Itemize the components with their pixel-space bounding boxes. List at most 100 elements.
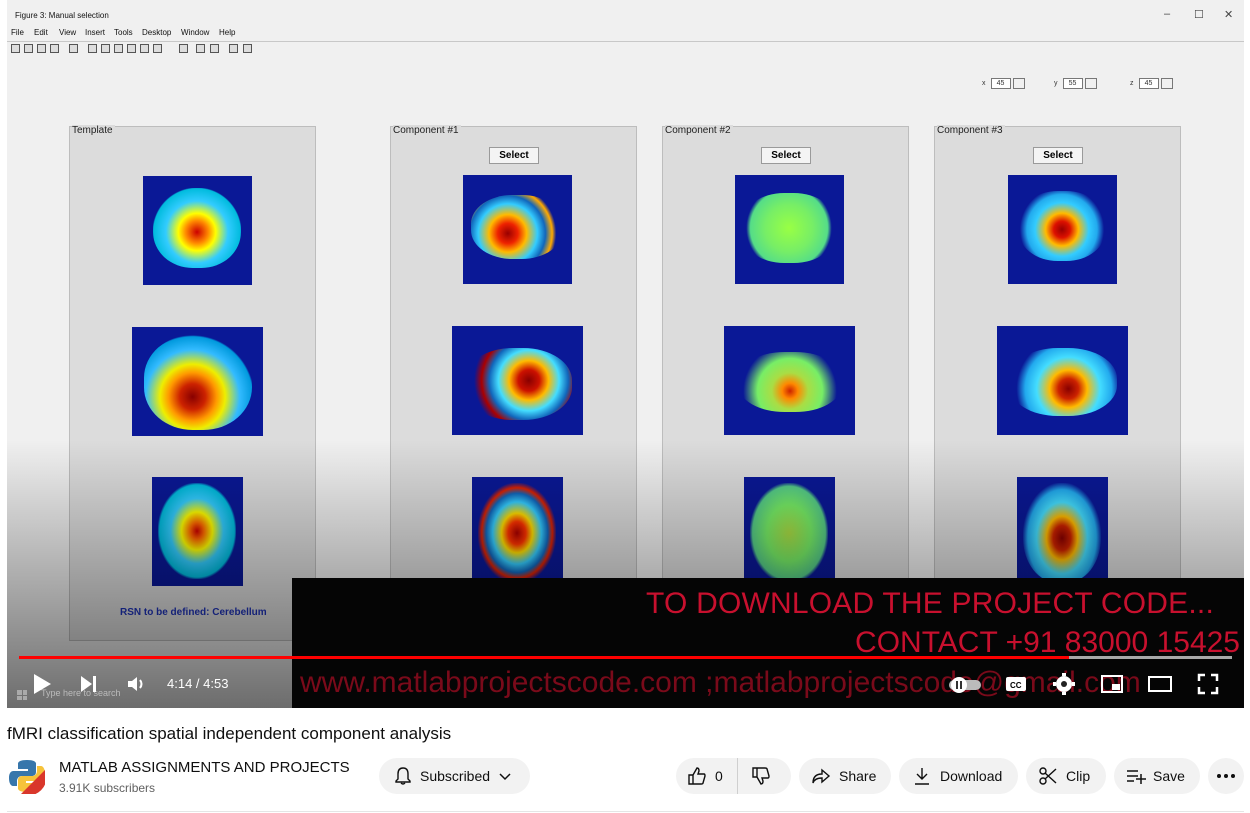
show-tools-icon <box>243 44 252 53</box>
close-icon: ✕ <box>1224 9 1234 21</box>
channel-name[interactable]: MATLAB ASSIGNMENTS AND PROJECTS <box>59 759 350 776</box>
brush-icon <box>153 44 162 53</box>
time-display: 4:14 / 4:53 <box>167 676 229 691</box>
menu-edit: Edit <box>34 28 48 37</box>
share-label: Share <box>839 768 877 784</box>
fullscreen-button[interactable] <box>1196 672 1220 696</box>
subscriber-count: 3.91K subscribers <box>59 781 156 795</box>
menu-insert: Insert <box>85 28 106 37</box>
matlab-toolbar <box>7 41 1244 55</box>
minimize-icon: – <box>1164 8 1171 20</box>
save-icon <box>37 44 46 53</box>
subscribed-button[interactable]: Subscribed <box>379 758 530 794</box>
thumbs-up-icon <box>688 767 706 785</box>
thumbs-down-icon <box>752 767 770 785</box>
matlab-window-title: Figure 3: Manual selection <box>15 11 109 20</box>
coord-x: x 45 <box>982 78 1025 89</box>
autoplay-toggle[interactable] <box>947 672 983 696</box>
select-component-1-button[interactable]: Select <box>489 147 539 164</box>
seek-progress <box>19 656 1070 659</box>
panel-component-1-title: Component #1 <box>393 125 461 136</box>
datacursor-icon <box>140 44 149 53</box>
like-button[interactable]: 0 <box>676 758 738 794</box>
zoom-in-icon <box>88 44 97 53</box>
channel-avatar[interactable] <box>7 756 47 796</box>
coord-y-spinner <box>1084 78 1097 89</box>
promo-line-2: CONTACT +91 83000 15425 <box>855 626 1240 659</box>
component-3-sagittal-slice <box>997 326 1128 435</box>
more-actions-button[interactable] <box>1208 758 1244 794</box>
menu-desktop: Desktop <box>142 28 172 37</box>
pan-icon <box>114 44 123 53</box>
section-divider <box>7 811 1244 812</box>
panel-template: Template RSN to be defined: Cerebellum <box>69 125 316 641</box>
play-icon <box>34 674 51 694</box>
scissors-icon <box>1039 767 1057 785</box>
menu-tools: Tools <box>114 28 133 37</box>
coord-z-spinner <box>1160 78 1173 89</box>
coord-y-label: y <box>1054 80 1058 87</box>
panel-template-title: Template <box>72 125 115 136</box>
new-figure-icon <box>11 44 20 53</box>
component-1-sagittal-slice <box>452 326 583 435</box>
seek-bar[interactable] <box>19 656 1232 659</box>
rsn-label: RSN to be defined: Cerebellum <box>120 607 267 618</box>
save-label: Save <box>1153 768 1185 784</box>
menu-help: Help <box>219 28 236 37</box>
panel-component-1: Component #1 Select <box>390 125 637 597</box>
chevron-down-icon <box>499 773 511 781</box>
next-button[interactable] <box>78 672 100 696</box>
download-button[interactable]: Download <box>899 758 1018 794</box>
panel-component-2: Component #2 Select <box>662 125 909 597</box>
captions-icon: CC <box>1006 677 1026 691</box>
menu-window: Window <box>181 28 210 37</box>
settings-button[interactable] <box>1052 672 1076 696</box>
matlab-menubar: File Edit View Insert Tools Desktop Wind… <box>7 26 1244 39</box>
matlab-titlebar: Figure 3: Manual selection – ☐ ✕ <box>7 8 1244 22</box>
volume-button[interactable] <box>125 672 149 696</box>
hide-tools-icon <box>229 44 238 53</box>
video-player[interactable]: Figure 3: Manual selection – ☐ ✕ File Ed… <box>7 0 1244 708</box>
colorbar-icon <box>196 44 205 53</box>
template-coronal-slice <box>143 176 252 285</box>
select-component-3-button[interactable]: Select <box>1033 147 1083 164</box>
download-icon <box>915 768 929 785</box>
play-button[interactable] <box>31 672 53 696</box>
open-icon <box>24 44 33 53</box>
select-component-2-button[interactable]: Select <box>761 147 811 164</box>
panel-component-2-title: Component #2 <box>665 125 733 136</box>
share-button[interactable]: Share <box>799 758 891 794</box>
like-dislike-group: 0 <box>676 758 791 794</box>
miniplayer-button[interactable] <box>1100 672 1124 696</box>
menu-view: View <box>59 28 77 37</box>
download-label: Download <box>940 768 1003 784</box>
coord-z-label: z <box>1130 80 1134 87</box>
component-1-coronal-slice <box>463 175 572 284</box>
dislike-button[interactable] <box>738 758 771 794</box>
clip-label: Clip <box>1066 768 1091 784</box>
playlist-add-icon <box>1127 770 1146 784</box>
template-axial-slice <box>152 477 243 586</box>
component-2-coronal-slice <box>735 175 844 284</box>
coord-x-value: 45 <box>990 78 1011 89</box>
gear-icon <box>1053 673 1075 695</box>
maximize-icon: ☐ <box>1194 9 1204 21</box>
component-3-coronal-slice <box>1008 175 1117 284</box>
captions-button[interactable]: CC <box>1004 672 1028 696</box>
fullscreen-icon <box>1197 673 1219 695</box>
link-icon <box>179 44 188 53</box>
bell-icon <box>395 767 411 785</box>
coord-y-value: 55 <box>1062 78 1083 89</box>
more-horizontal-icon <box>1217 774 1235 778</box>
theater-mode-button[interactable] <box>1147 672 1173 696</box>
panel-component-3: Component #3 Select <box>934 125 1181 597</box>
share-icon <box>812 768 831 784</box>
rotate-icon <box>127 44 136 53</box>
legend-icon <box>210 44 219 53</box>
save-button[interactable]: Save <box>1114 758 1200 794</box>
promo-line-1: TO DOWNLOAD THE PROJECT CODE... <box>646 587 1214 620</box>
next-icon <box>81 676 96 692</box>
clip-button[interactable]: Clip <box>1026 758 1106 794</box>
subscribed-label: Subscribed <box>420 768 491 784</box>
theater-icon <box>1148 676 1172 692</box>
